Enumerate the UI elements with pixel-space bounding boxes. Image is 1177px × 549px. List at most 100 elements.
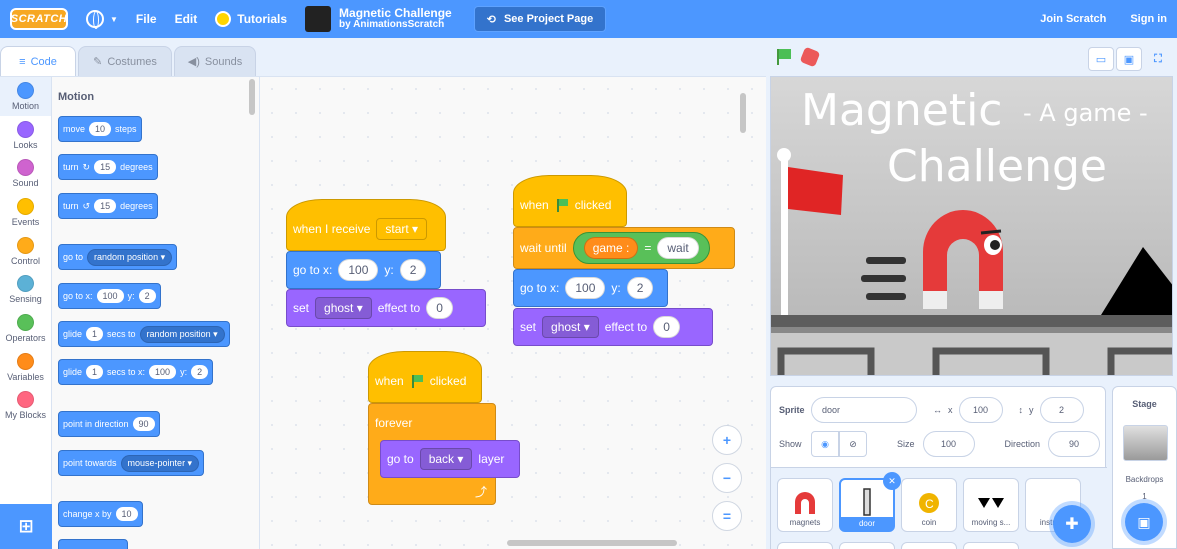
- target-dropdown[interactable]: random position ▾: [139, 325, 225, 343]
- go-to-xy-block[interactable]: go to x: 100 y: 2: [58, 283, 161, 309]
- degrees-input[interactable]: 15: [94, 160, 117, 174]
- category-control[interactable]: Control: [0, 232, 51, 271]
- sprite-name-input[interactable]: door: [811, 397, 917, 423]
- stop-button[interactable]: [799, 46, 821, 68]
- edit-menu[interactable]: Edit: [175, 12, 198, 26]
- file-menu[interactable]: File: [136, 12, 157, 26]
- set-effect-block[interactable]: set ghost ▾ effect to 0: [513, 308, 713, 346]
- category-looks[interactable]: Looks: [0, 116, 51, 155]
- sign-in-link[interactable]: Sign in: [1130, 13, 1167, 25]
- sprite-tile-magnets[interactable]: magnets: [777, 478, 833, 532]
- x-input[interactable]: 100: [149, 365, 177, 379]
- x-input[interactable]: 100: [96, 289, 124, 303]
- stage-target-panel[interactable]: Stage Backdrops 1 ▣: [1112, 386, 1177, 549]
- secs-input[interactable]: 1: [86, 327, 104, 341]
- sprite-tile-partial[interactable]: [963, 542, 1019, 549]
- y-input[interactable]: 2: [138, 289, 156, 303]
- game-variable-reporter[interactable]: game :: [583, 237, 639, 259]
- move-steps-block[interactable]: move 10 steps: [58, 116, 142, 142]
- language-menu[interactable]: ▼: [86, 10, 118, 29]
- show-hidden-button[interactable]: ⊘: [839, 431, 867, 457]
- add-backdrop-button[interactable]: ▣: [1125, 503, 1163, 541]
- change-x-block[interactable]: change x by 10: [58, 501, 143, 527]
- message-dropdown[interactable]: start ▾: [376, 218, 428, 240]
- point-in-direction-block[interactable]: point in direction 90: [58, 411, 160, 437]
- towards-dropdown[interactable]: mouse-pointer ▾: [120, 454, 200, 472]
- sprite-tile-partial[interactable]: [839, 542, 895, 549]
- when-flag-clicked-block[interactable]: when clicked: [368, 351, 482, 403]
- go-to-xy-block[interactable]: go to x: 100 y: 2: [513, 269, 668, 307]
- direction-input[interactable]: 90: [132, 417, 155, 431]
- category-variables[interactable]: Variables: [0, 348, 51, 387]
- y-input[interactable]: 2: [399, 259, 427, 281]
- degrees-input[interactable]: 15: [94, 199, 117, 213]
- zoom-in-button[interactable]: +: [712, 425, 742, 455]
- effect-dropdown[interactable]: ghost ▾: [315, 297, 372, 319]
- sprite-tile-partial[interactable]: [777, 542, 833, 549]
- category-sensing[interactable]: Sensing: [0, 270, 51, 309]
- see-project-page-button[interactable]: ⟲ See Project Page: [473, 6, 607, 32]
- tab-sounds[interactable]: ◀) Sounds: [174, 46, 256, 76]
- category-sound[interactable]: Sound: [0, 154, 51, 193]
- wait-until-block[interactable]: wait until game : = wait: [513, 227, 735, 269]
- x-input[interactable]: 100: [338, 259, 379, 281]
- green-flag-button[interactable]: [776, 49, 792, 65]
- effect-value-input[interactable]: 0: [653, 316, 680, 338]
- delete-sprite-icon[interactable]: ✕: [883, 472, 901, 490]
- category-events[interactable]: Events: [0, 193, 51, 232]
- show-visible-button[interactable]: ◉: [811, 431, 839, 457]
- zoom-reset-button[interactable]: =: [712, 501, 742, 531]
- small-stage-button[interactable]: ▭: [1088, 47, 1114, 71]
- sprite-tile-moving-spikes[interactable]: moving s...: [963, 478, 1019, 532]
- zoom-out-button[interactable]: −: [712, 463, 742, 493]
- tutorials-menu[interactable]: Tutorials: [215, 11, 287, 27]
- set-effect-block[interactable]: set ghost ▾ effect to 0: [286, 289, 486, 327]
- scratch-logo[interactable]: SCRATCH: [10, 8, 68, 30]
- steps-input[interactable]: 10: [89, 122, 112, 136]
- category-operators[interactable]: Operators: [0, 309, 51, 348]
- direction-input[interactable]: 90: [1048, 431, 1101, 457]
- effect-dropdown[interactable]: ghost ▾: [542, 316, 599, 338]
- size-label: Size: [897, 439, 915, 449]
- turn-right-block[interactable]: turn ↻ 15 degrees: [58, 154, 158, 180]
- secs-input[interactable]: 1: [86, 365, 104, 379]
- y-input[interactable]: 2: [1039, 397, 1084, 423]
- x-input[interactable]: 100: [565, 277, 606, 299]
- go-to-block[interactable]: go to random position ▾: [58, 244, 178, 270]
- change-x-input[interactable]: 10: [115, 507, 138, 521]
- large-stage-button[interactable]: ▣: [1116, 47, 1142, 71]
- size-input[interactable]: 100: [922, 431, 975, 457]
- category-my-blocks[interactable]: My Blocks: [0, 387, 51, 426]
- y-input[interactable]: 2: [191, 365, 209, 379]
- sprite-tile-coin[interactable]: C coin: [901, 478, 957, 532]
- target-dropdown[interactable]: random position ▾: [87, 248, 173, 266]
- category-motion[interactable]: Motion: [0, 77, 51, 116]
- palette-block-partial[interactable]: [58, 539, 128, 549]
- y-input[interactable]: 2: [626, 277, 654, 299]
- go-to-xy-block[interactable]: go to x: 100 y: 2: [286, 251, 441, 289]
- sprite-tile-partial[interactable]: [901, 542, 957, 549]
- equals-operator[interactable]: game : = wait: [572, 232, 710, 264]
- tab-code[interactable]: ≡ Code: [0, 46, 76, 76]
- palette-scrollbar[interactable]: [249, 79, 255, 115]
- when-i-receive-block[interactable]: when I receive start ▾: [286, 199, 446, 251]
- go-to-layer-block[interactable]: go to back ▾ layer: [380, 440, 520, 478]
- add-extension-button[interactable]: ⊞: [0, 504, 52, 549]
- script-horizontal-scrollbar[interactable]: [507, 540, 677, 546]
- stage[interactable]: Magnetic - A game - Challenge: [770, 76, 1173, 376]
- join-scratch-link[interactable]: Join Scratch: [1040, 13, 1106, 25]
- script-area[interactable]: when I receive start ▾ go to x: 100 y: 2…: [260, 76, 766, 549]
- point-towards-block[interactable]: point towards mouse-pointer ▾: [58, 450, 205, 476]
- glide-to-xy-block[interactable]: glide 1 secs to x: 100 y: 2: [58, 359, 214, 385]
- compare-value-input[interactable]: wait: [657, 237, 699, 259]
- glide-to-block[interactable]: glide 1 secs to random position ▾: [58, 321, 230, 347]
- x-input[interactable]: 100: [958, 397, 1003, 423]
- tab-costumes[interactable]: ✎ Costumes: [78, 46, 172, 76]
- add-sprite-button[interactable]: ✚: [1053, 505, 1091, 543]
- when-flag-clicked-block[interactable]: when clicked: [513, 175, 627, 227]
- script-vertical-scrollbar[interactable]: [740, 93, 746, 133]
- fullscreen-button[interactable]: ⛶: [1145, 47, 1171, 71]
- effect-value-input[interactable]: 0: [426, 297, 453, 319]
- layer-dropdown[interactable]: back ▾: [419, 448, 473, 470]
- turn-left-block[interactable]: turn ↺ 15 degrees: [58, 193, 158, 219]
